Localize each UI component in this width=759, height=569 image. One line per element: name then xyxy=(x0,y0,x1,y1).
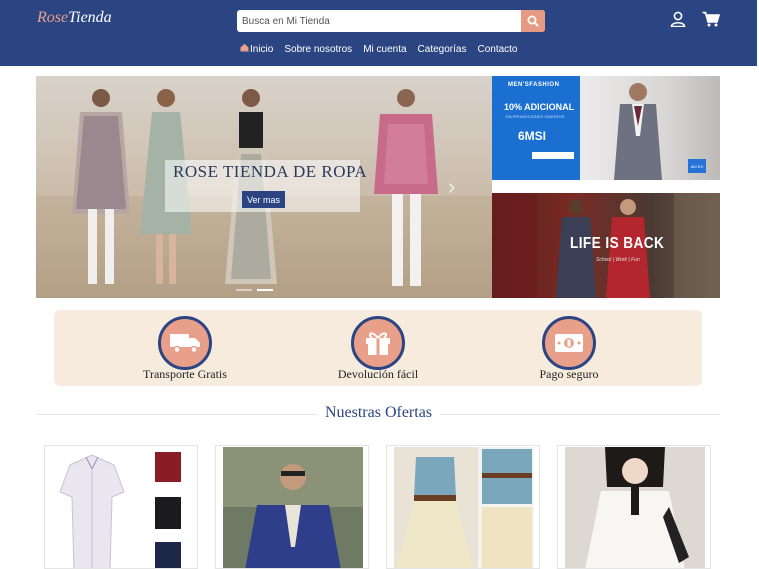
carousel-dot-2[interactable] xyxy=(257,289,273,291)
logo-rose: Rose xyxy=(37,9,69,26)
carousel-indicators xyxy=(236,289,273,291)
cart-icon xyxy=(702,11,721,27)
features-strip: Transporte Gratis Devolución fácil Pago … xyxy=(54,310,702,386)
nav-item-contacto[interactable]: Contacto xyxy=(477,43,517,55)
feature-icon-circle xyxy=(542,316,596,370)
offers-heading-text: Nuestras Ofertas xyxy=(316,404,441,421)
feature-secure-payment: Pago seguro xyxy=(509,310,629,386)
promo-banner-mens-fashion[interactable]: MEN'SFASHION 10% ADICIONAL EN PROMOCIONE… xyxy=(492,76,720,180)
logo-tienda: Tienda xyxy=(68,9,112,26)
model-figure-4 xyxy=(374,89,438,286)
search-button[interactable] xyxy=(521,10,545,32)
home-icon xyxy=(240,43,249,55)
cart-button[interactable] xyxy=(702,11,721,32)
search-input[interactable] xyxy=(237,10,521,32)
feature-icon-circle xyxy=(351,316,405,370)
dress-image xyxy=(394,447,534,568)
feature-easy-return: Devolución fácil xyxy=(318,310,438,386)
banner-headline: 10% ADICIONAL xyxy=(504,102,575,112)
user-icon xyxy=(670,11,686,28)
banner-headline: LIFE IS BACK xyxy=(570,235,665,252)
nav-item-sobre-nosotros[interactable]: Sobre nosotros xyxy=(284,43,352,55)
search-bar xyxy=(237,10,545,32)
hero-carousel[interactable]: › ROSE TIENDA DE ROPA Ver mas xyxy=(36,76,492,298)
shirt-image xyxy=(52,447,192,568)
amex-logo: AM EX xyxy=(688,159,706,173)
feature-free-shipping: Transporte Gratis xyxy=(125,310,245,386)
nav-label: Inicio xyxy=(250,43,274,55)
site-header: RoseTienda Inicio Sobre nosotros Mi cuen… xyxy=(0,0,757,66)
banner-cta[interactable] xyxy=(532,152,574,159)
product-card-1[interactable] xyxy=(44,445,198,569)
offers-heading: Nuestras Ofertas xyxy=(0,404,757,422)
search-icon xyxy=(527,15,539,27)
main-nav: Inicio Sobre nosotros Mi cuenta Categorí… xyxy=(240,43,529,55)
nav-item-inicio[interactable]: Inicio xyxy=(240,43,273,55)
money-icon xyxy=(555,334,583,352)
product-card-4[interactable] xyxy=(557,445,711,569)
ver-mas-button[interactable]: Ver mas xyxy=(242,191,285,208)
feature-label: Pago seguro xyxy=(539,367,599,381)
user-account-button[interactable] xyxy=(670,11,686,32)
banner-brand: MEN'SFASHION xyxy=(508,82,560,88)
blazer-image xyxy=(223,447,363,568)
nav-item-categorias[interactable]: Categorías xyxy=(418,43,467,55)
carousel-next-arrow[interactable]: › xyxy=(448,174,455,200)
banner-offer: 6MSI xyxy=(518,129,547,143)
feature-label: Transporte Gratis xyxy=(143,367,227,381)
nav-item-mi-cuenta[interactable]: Mi cuenta xyxy=(363,43,406,55)
blouse-image xyxy=(565,447,705,568)
product-card-2[interactable] xyxy=(215,445,369,569)
truck-icon xyxy=(170,334,200,354)
feature-icon-circle xyxy=(158,316,212,370)
carousel-dot-1[interactable] xyxy=(236,289,252,291)
promo-banner-life-is-back[interactable]: LIFE IS BACK School | Work | Fun xyxy=(492,193,720,298)
promo-panel xyxy=(492,76,580,180)
model-figure-1 xyxy=(72,89,130,284)
hero-title: ROSE TIENDA DE ROPA xyxy=(173,162,368,181)
banner-fine-print: EN PROMOCIONES VIGENTES xyxy=(506,114,565,119)
banner-tagline: School | Work | Fun xyxy=(596,257,640,263)
site-logo[interactable]: RoseTienda xyxy=(37,9,112,27)
product-card-3[interactable] xyxy=(386,445,540,569)
feature-label: Devolución fácil xyxy=(337,367,419,381)
gift-icon xyxy=(366,332,390,355)
